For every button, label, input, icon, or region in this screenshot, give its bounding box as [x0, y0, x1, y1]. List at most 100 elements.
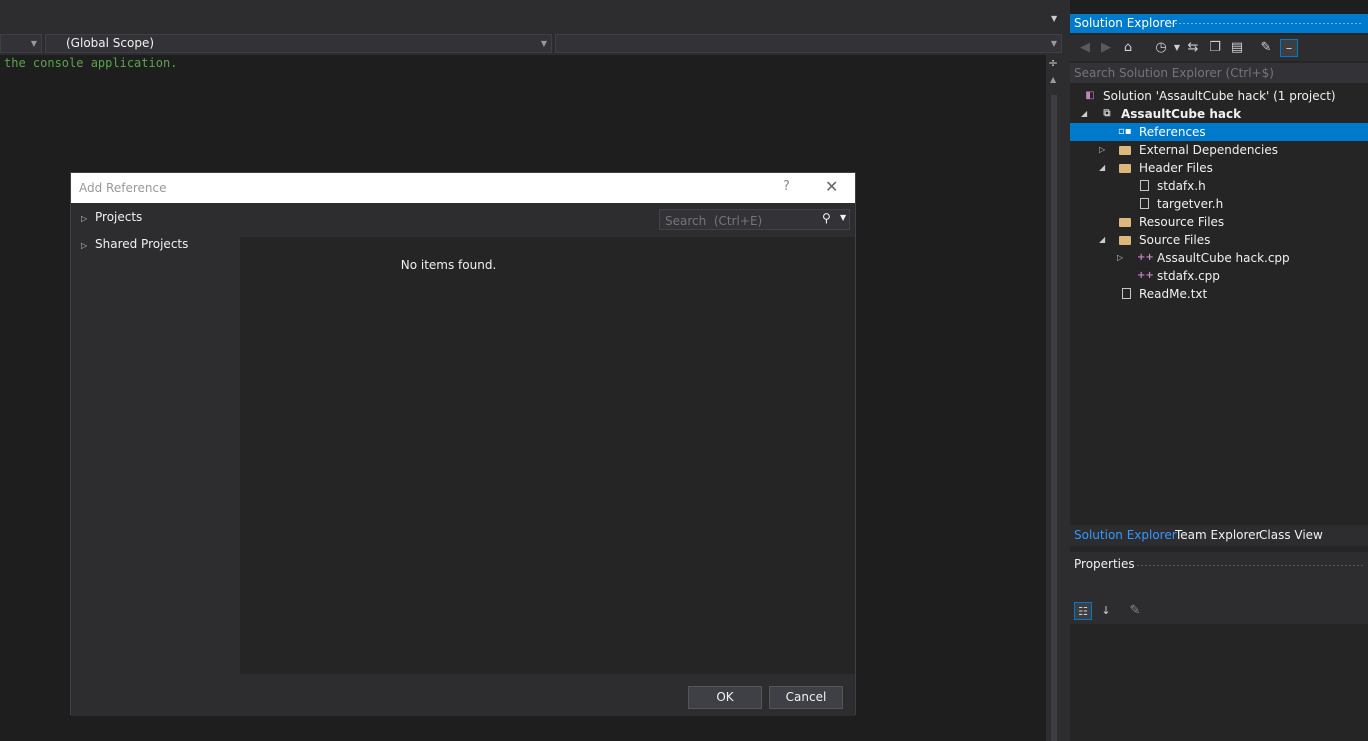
- panel-title: Solution Explorer: [1074, 16, 1177, 30]
- tree-item-label: References: [1139, 125, 1206, 139]
- property-pages-wrench-icon[interactable]: ✎: [1126, 602, 1144, 620]
- tree-item-label: stdafx.cpp: [1157, 269, 1220, 283]
- close-icon[interactable]: ✕: [825, 177, 838, 196]
- tree-item-source-files[interactable]: ◢ Source Files: [1070, 231, 1368, 249]
- empty-results-message: No items found.: [400, 258, 497, 272]
- project-combo[interactable]: ▼: [0, 34, 42, 53]
- tree-item-project[interactable]: ◢ ⧉ AssaultCube hack: [1070, 105, 1368, 123]
- collapse-arrow-icon[interactable]: ◢: [1099, 159, 1105, 177]
- show-all-files-icon[interactable]: ▤: [1228, 39, 1246, 57]
- scroll-up-icon[interactable]: ▲: [1050, 75, 1056, 84]
- tree-item-header-files[interactable]: ◢ Header Files: [1070, 159, 1368, 177]
- cpp-file-icon: ++: [1137, 270, 1154, 281]
- scope-combo-value: (Global Scope): [66, 36, 155, 50]
- tree-item-references[interactable]: ▫▪ References: [1070, 123, 1368, 141]
- expand-arrow-icon[interactable]: ▷: [81, 214, 95, 223]
- solution-search-box[interactable]: [1070, 63, 1368, 83]
- tab-team-explorer[interactable]: Team Explorer: [1175, 528, 1261, 542]
- tree-item-label: stdafx.h: [1157, 179, 1206, 193]
- tree-node-shared-projects[interactable]: ▷ Shared Projects: [81, 237, 188, 251]
- tree-item-label: ReadMe.txt: [1139, 287, 1208, 301]
- sync-with-document-icon[interactable]: ⇆: [1184, 39, 1202, 57]
- search-icon[interactable]: ⚲: [822, 211, 831, 225]
- navigation-bar: ▼ (Global Scope) ▼ ▼: [0, 33, 1062, 55]
- expand-arrow-icon[interactable]: ▷: [1099, 141, 1105, 159]
- reference-details-panel: [657, 237, 855, 674]
- alphabetical-sort-icon[interactable]: ↓: [1097, 602, 1115, 620]
- add-reference-dialog: Add Reference ? ✕ ▷ Projects ▷ Shared Proj…: [70, 172, 856, 716]
- document-tab-strip: ▼: [0, 0, 1068, 33]
- tree-item-label: External Dependencies: [1139, 143, 1279, 157]
- tree-node-projects[interactable]: ▷ Projects: [81, 210, 142, 224]
- chevron-down-icon: ▼: [540, 39, 547, 48]
- solution-icon: ◧: [1085, 90, 1095, 101]
- properties-header: Properties: [1070, 552, 1368, 598]
- tree-item-external-dependencies[interactable]: ▷ External Dependencies: [1070, 141, 1368, 159]
- properties-toolbar: ☷ ↓ ✎: [1070, 598, 1368, 624]
- collapse-arrow-icon[interactable]: ◢: [1081, 105, 1087, 123]
- properties-wrench-icon[interactable]: ✎: [1257, 39, 1275, 57]
- panel-grip[interactable]: [1136, 564, 1364, 567]
- tab-solution-explorer[interactable]: Solution Explorer: [1074, 528, 1177, 542]
- filter-folder-icon: [1119, 236, 1131, 245]
- properties-grid[interactable]: [1070, 625, 1368, 741]
- member-combo[interactable]: ▼: [555, 34, 1062, 53]
- references-icon: ▫▪: [1118, 126, 1132, 137]
- panel-splitter[interactable]: [1062, 0, 1070, 741]
- reference-results-list[interactable]: No items found.: [240, 237, 657, 674]
- back-icon[interactable]: ◀: [1076, 39, 1094, 57]
- tab-overflow-chevron-icon[interactable]: ▼: [1051, 14, 1057, 23]
- dialog-search-input[interactable]: [660, 210, 822, 231]
- categorized-icon[interactable]: ☷: [1074, 602, 1092, 620]
- chevron-down-icon: ▼: [1050, 39, 1057, 48]
- scrollbar-track[interactable]: [1051, 95, 1057, 741]
- tree-item-label: AssaultCube hack: [1121, 107, 1242, 121]
- code-comment-line: the console application.: [4, 56, 178, 70]
- home-icon[interactable]: ⌂: [1119, 39, 1137, 57]
- tree-item-label: AssaultCube hack.cpp: [1157, 251, 1290, 265]
- scope-combo[interactable]: (Global Scope) ▼: [45, 34, 552, 53]
- dialog-title-bar: Add Reference ? ✕: [71, 173, 855, 203]
- tree-item-assaultcube-hack-cpp[interactable]: ▷ ++ AssaultCube hack.cpp: [1070, 249, 1368, 267]
- editor-vertical-scrollbar[interactable]: ÷ ▲: [1046, 55, 1062, 741]
- search-options-chevron-icon[interactable]: ▼: [840, 213, 846, 222]
- tab-class-view[interactable]: Class View: [1259, 528, 1323, 542]
- tree-item-stdafx-cpp[interactable]: ++ stdafx.cpp: [1070, 267, 1368, 285]
- tool-window-tabs: Solution Explorer Team Explorer Class Vi…: [1070, 525, 1368, 546]
- filter-folder-icon: [1119, 218, 1131, 227]
- help-icon[interactable]: ?: [783, 179, 790, 194]
- expand-arrow-icon[interactable]: ▷: [81, 241, 95, 250]
- collapse-all-icon[interactable]: ❐: [1206, 39, 1224, 57]
- forward-icon[interactable]: ▶: [1097, 39, 1115, 57]
- solution-explorer-toolbar: ◀ ▶ ⌂ ◷ ▼ ⇆ ❐ ▤ ✎ –: [1070, 35, 1368, 61]
- tree-item-label: Resource Files: [1139, 215, 1225, 229]
- folder-icon: [1119, 146, 1131, 155]
- solution-explorer-title-bar: Solution Explorer: [1070, 14, 1368, 33]
- solution-search-input[interactable]: [1070, 63, 1368, 83]
- tree-item-targetver-h[interactable]: targetver.h: [1070, 195, 1368, 213]
- header-file-icon: [1140, 198, 1149, 209]
- cpp-file-icon: ++: [1137, 252, 1154, 263]
- tree-item-label: Solution 'AssaultCube hack' (1 project): [1103, 89, 1336, 103]
- tree-item-resource-files[interactable]: Resource Files: [1070, 213, 1368, 231]
- properties-title: Properties: [1074, 557, 1135, 571]
- preview-selected-items-icon[interactable]: –: [1280, 39, 1298, 57]
- text-file-icon: [1122, 288, 1131, 299]
- panel-grip[interactable]: [1170, 22, 1362, 25]
- tree-item-label: Header Files: [1139, 161, 1213, 175]
- cancel-button[interactable]: Cancel: [769, 686, 843, 709]
- tree-item-stdafx-h[interactable]: stdafx.h: [1070, 177, 1368, 195]
- dialog-search-box[interactable]: ⚲ ▼: [659, 209, 850, 231]
- tree-item-label: Source Files: [1139, 233, 1211, 247]
- tree-item-readme-txt[interactable]: ReadMe.txt: [1070, 285, 1368, 303]
- expand-arrow-icon[interactable]: ▷: [1117, 249, 1123, 267]
- tree-item-label: targetver.h: [1157, 197, 1224, 211]
- collapse-arrow-icon[interactable]: ◢: [1099, 231, 1105, 249]
- tree-item-solution[interactable]: ◧ Solution 'AssaultCube hack' (1 project…: [1070, 87, 1368, 105]
- chevron-down-icon: ▼: [30, 39, 37, 48]
- ok-button[interactable]: OK: [688, 686, 762, 709]
- tree-node-label: Projects: [95, 210, 143, 224]
- cpp-project-icon: ⧉: [1103, 108, 1111, 119]
- split-window-icon[interactable]: ÷: [1048, 56, 1058, 70]
- dialog-title: Add Reference: [79, 181, 167, 195]
